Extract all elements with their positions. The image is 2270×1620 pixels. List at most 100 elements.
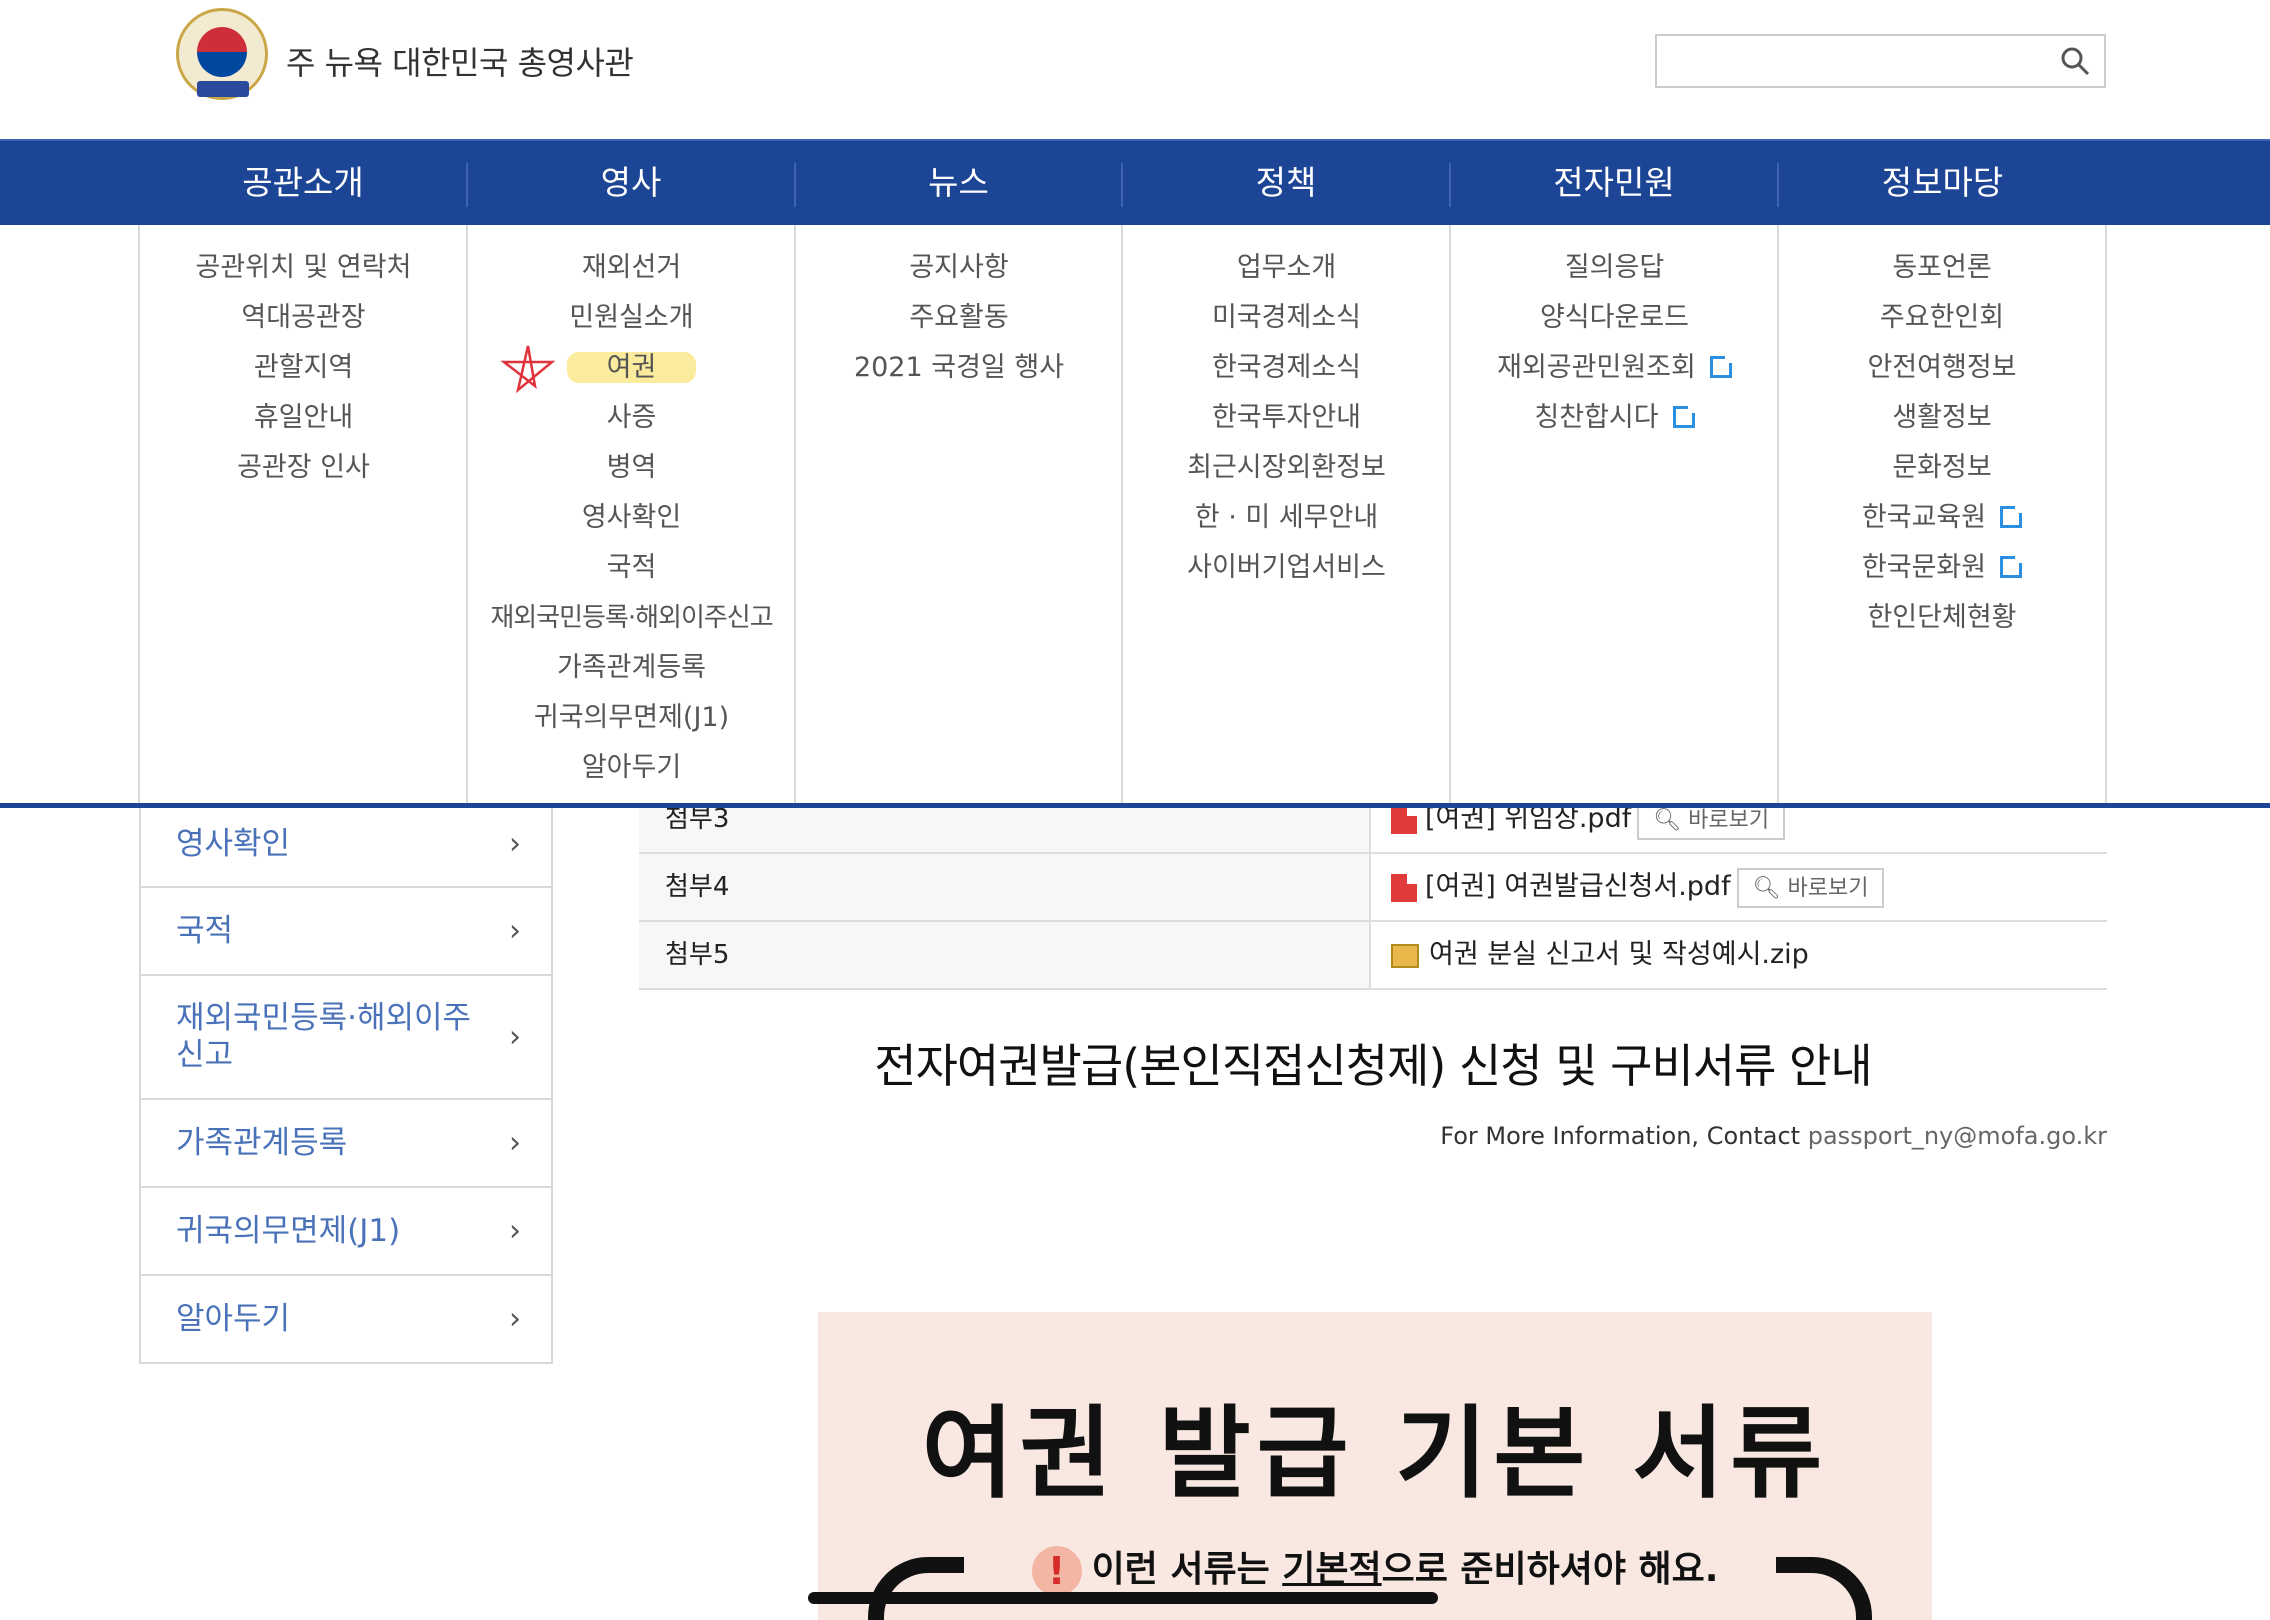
sidebar-item-label: 귀국의무면제(J1): [176, 1212, 401, 1249]
contact-prefix: For More Information, Contact: [1440, 1122, 1801, 1150]
attachment-label: 첨부5: [639, 922, 1371, 988]
sidebar-item-nationality[interactable]: 국적 ›: [139, 888, 553, 976]
menu-item[interactable]: 한인단체현황: [1779, 593, 2105, 643]
chevron-right-icon: ›: [509, 1125, 521, 1161]
menu-item[interactable]: 가족관계등록: [468, 643, 795, 693]
mega-column-policy: 업무소개 미국경제소식 한국경제소식 한국투자안내 최근시장외환정보 한 · 미…: [1121, 225, 1450, 805]
menu-item-external[interactable]: 한국교육원: [1779, 493, 2105, 543]
main-navigation: 공관소개 영사 뉴스 정책 전자민원 정보마당: [0, 139, 2270, 225]
sidebar-menu: 영사확인 › 국적 › 재외국민등록·해외이주신고 › 가족관계등록 › 귀국의…: [139, 800, 553, 1364]
menu-item[interactable]: 재외선거: [468, 243, 795, 293]
menu-item[interactable]: 귀국의무면제(J1): [468, 693, 795, 743]
menu-item[interactable]: 민원실소개: [468, 293, 795, 343]
menu-item[interactable]: 사이버기업서비스: [1123, 543, 1450, 593]
contact-info: For More Information, Contact passport_n…: [1440, 1122, 2107, 1150]
menu-item[interactable]: 양식다운로드: [1451, 293, 1778, 343]
attachment-file-cell: [여권] 여권발급신청서.pdf 🔍︎ 바로보기: [1373, 854, 2107, 920]
menu-item[interactable]: 한국경제소식: [1123, 343, 1450, 393]
subtitle-text-end: 으로 준비하셔야 해요.: [1381, 1549, 1719, 1590]
sidebar-item-label: 재외국민등록·해외이주신고: [176, 1000, 472, 1073]
home-indicator: [808, 1592, 1438, 1604]
search-icon[interactable]: [2060, 46, 2090, 76]
menu-item[interactable]: 안전여행정보: [1779, 343, 2105, 393]
infographic-subtitle: ! 이런 서류는 기본적으로 준비하셔야 해요.: [818, 1540, 1932, 1596]
attachment-row: 첨부4 [여권] 여권발급신청서.pdf 🔍︎ 바로보기: [639, 854, 2107, 922]
contact-email-link[interactable]: passport_ny@mofa.go.kr: [1808, 1122, 2107, 1150]
menu-item-label: 칭찬합시다: [1534, 402, 1659, 433]
page-heading: 전자여권발급(본인직접신청제) 신청 및 구비서류 안내: [874, 1039, 1872, 1093]
external-link-icon: [2000, 553, 2026, 578]
consulate-emblem-logo[interactable]: [176, 8, 268, 100]
nav-tab-consular[interactable]: 영사: [467, 141, 795, 227]
chevron-right-icon: ›: [509, 1301, 521, 1337]
menu-item[interactable]: 한국투자안내: [1123, 393, 1450, 443]
menu-item-external[interactable]: 한국문화원: [1779, 543, 2105, 593]
pdf-file-icon: [1391, 805, 1417, 834]
menu-item[interactable]: 관할지역: [140, 343, 467, 393]
sidebar-item-consular-confirmation[interactable]: 영사확인 ›: [139, 800, 553, 888]
menu-item[interactable]: 역대공관장: [140, 293, 467, 343]
star-annotation-icon: [500, 345, 556, 394]
preview-button-label: 바로보기: [1688, 807, 1770, 833]
nav-tab-news[interactable]: 뉴스: [795, 141, 1122, 227]
attachment-file-link[interactable]: [여권] 여권발급신청서.pdf: [1425, 871, 1731, 902]
menu-item[interactable]: 공관장 인사: [140, 443, 467, 493]
zip-file-icon: [1391, 943, 1419, 968]
menu-item[interactable]: 영사확인: [468, 493, 795, 543]
sidebar-item-overseas-registration[interactable]: 재외국민등록·해외이주신고 ›: [139, 976, 553, 1100]
preview-button-label: 바로보기: [1787, 875, 1869, 901]
mega-column-about: 공관위치 및 연락처 역대공관장 관할지역 휴일안내 공관장 인사: [138, 225, 467, 805]
mega-column-info: 동포언론 주요한인회 안전여행정보 생활정보 문화정보 한국교육원 한국문화원 …: [1777, 225, 2107, 805]
highlighted-label: 여권: [566, 352, 697, 383]
nav-tab-e-services[interactable]: 전자민원: [1450, 141, 1778, 227]
menu-item[interactable]: 동포언론: [1779, 243, 2105, 293]
chevron-right-icon: ›: [509, 1213, 521, 1249]
sidebar-item-label: 알아두기: [176, 1300, 291, 1337]
mega-column-news: 공지사항 주요활동 2021 국경일 행사: [794, 225, 1122, 805]
nav-tab-about[interactable]: 공관소개: [139, 141, 467, 227]
menu-item[interactable]: 생활정보: [1779, 393, 2105, 443]
infographic-title: 여권 발급 기본 서류: [921, 1395, 1829, 1512]
site-title[interactable]: 주 뉴욕 대한민국 총영사관: [286, 38, 634, 84]
mega-column-consular: 재외선거 민원실소개 여권 사증 병역 영사확인 국적 재외국민등록·해외이주신…: [466, 225, 795, 805]
chevron-right-icon: ›: [509, 913, 521, 949]
passport-documents-infographic: 여권 발급 기본 서류 ! 이런 서류는 기본적으로 준비하셔야 해요.: [818, 1312, 1932, 1620]
menu-item[interactable]: 국적: [468, 543, 795, 593]
menu-item[interactable]: 질의응답: [1451, 243, 1778, 293]
mega-column-e-services: 질의응답 양식다운로드 재외공관민원조회 칭찬합시다: [1449, 225, 1778, 805]
search-input[interactable]: [1655, 34, 2106, 88]
sidebar-item-j1-waiver[interactable]: 귀국의무면제(J1) ›: [139, 1188, 553, 1276]
mega-menu-bottom-border: [0, 803, 2270, 808]
menu-item[interactable]: 휴일안내: [140, 393, 467, 443]
menu-item[interactable]: 최근시장외환정보: [1123, 443, 1450, 493]
menu-item[interactable]: 문화정보: [1779, 443, 2105, 493]
nav-tab-policy[interactable]: 정책: [1122, 141, 1450, 227]
preview-button[interactable]: 🔍︎ 바로보기: [1736, 867, 1885, 908]
menu-item[interactable]: 병역: [468, 443, 795, 493]
sidebar-item-family-registration[interactable]: 가족관계등록 ›: [139, 1100, 553, 1188]
sidebar-item-notices[interactable]: 알아두기 ›: [139, 1276, 553, 1364]
menu-item[interactable]: 공지사항: [796, 243, 1122, 293]
emblem-ribbon: [197, 81, 249, 97]
chevron-right-icon: ›: [509, 1019, 521, 1055]
menu-item-external[interactable]: 재외공관민원조회: [1451, 343, 1778, 393]
menu-item[interactable]: 미국경제소식: [1123, 293, 1450, 343]
taegeuk-emblem-icon: [197, 27, 247, 77]
menu-item[interactable]: 재외국민등록·해외이주신고: [468, 593, 795, 643]
attachment-row: 첨부5 여권 분실 신고서 및 작성예시.zip: [639, 922, 2107, 990]
menu-item[interactable]: 2021 국경일 행사: [796, 343, 1122, 393]
menu-item[interactable]: 알아두기: [468, 743, 795, 793]
menu-item[interactable]: 공관위치 및 연락처: [140, 243, 467, 293]
nav-tab-info[interactable]: 정보마당: [1778, 141, 2107, 227]
menu-item[interactable]: 주요한인회: [1779, 293, 2105, 343]
menu-item-label: 한국문화원: [1861, 552, 1987, 583]
menu-item-external[interactable]: 칭찬합시다: [1451, 393, 1778, 443]
menu-item-label: 한국교육원: [1861, 502, 1987, 533]
mega-menu-dropdown: 공관위치 및 연락처 역대공관장 관할지역 휴일안내 공관장 인사 재외선거 민…: [0, 225, 2270, 805]
menu-item[interactable]: 주요활동: [796, 293, 1122, 343]
menu-item[interactable]: 한 · 미 세무안내: [1123, 493, 1450, 543]
chevron-right-icon: ›: [509, 826, 521, 862]
menu-item-label: 재외공관민원조회: [1497, 352, 1696, 383]
menu-item[interactable]: 업무소개: [1123, 243, 1450, 293]
attachment-file-link[interactable]: 여권 분실 신고서 및 작성예시.zip: [1429, 939, 1809, 970]
